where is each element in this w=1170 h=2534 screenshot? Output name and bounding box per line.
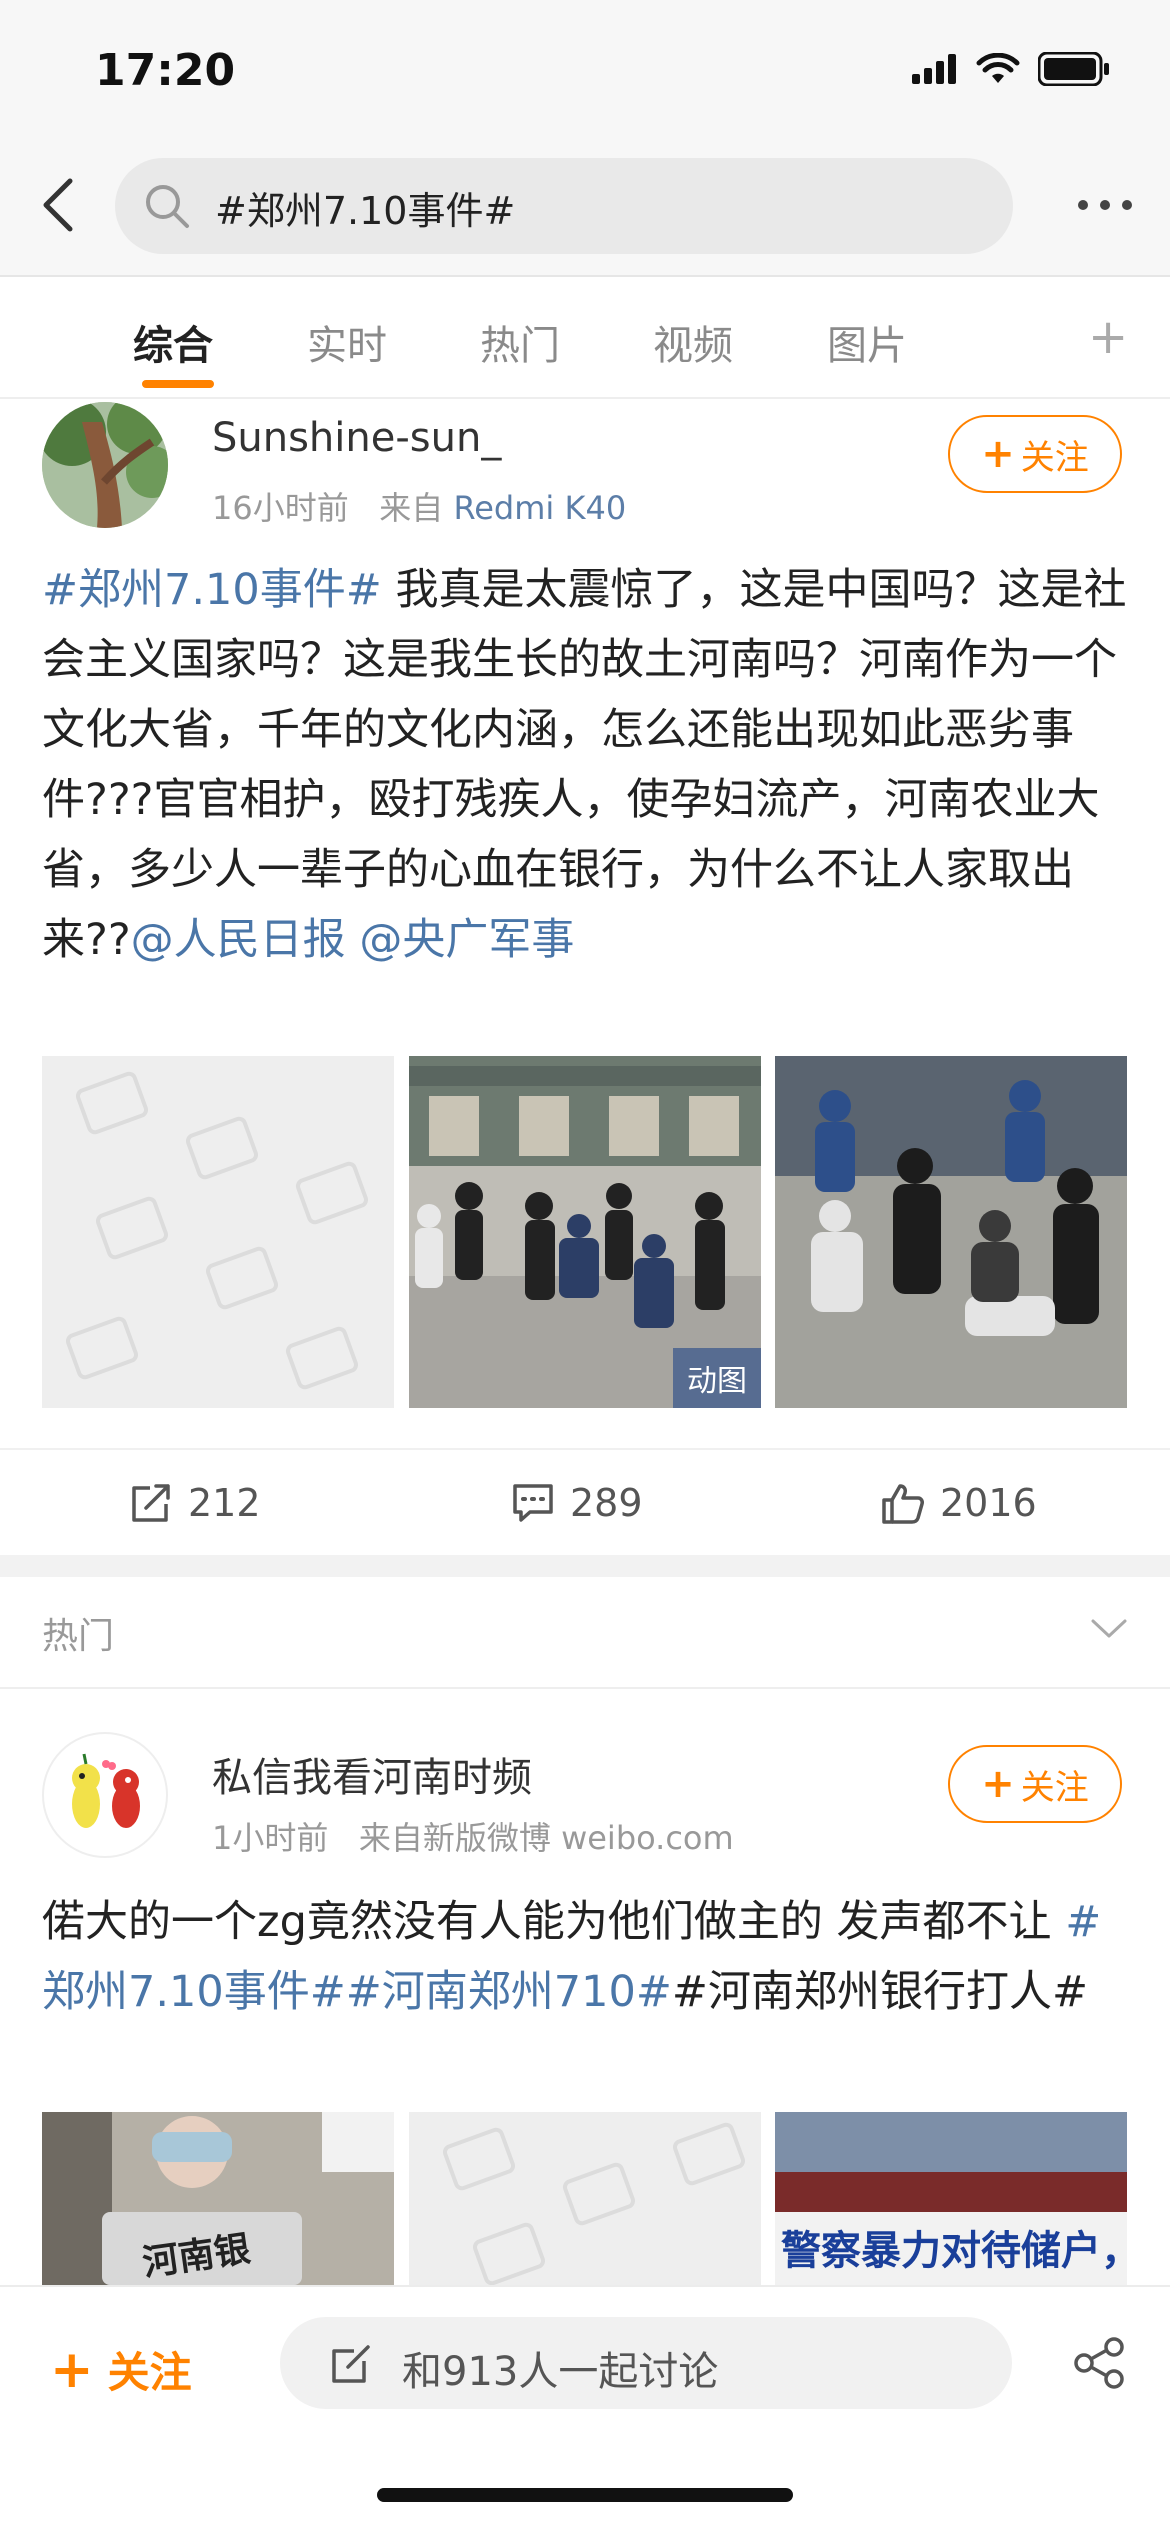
post-username[interactable]: 私信我看河南时频 bbox=[212, 1745, 532, 1803]
post-device: Redmi K40 bbox=[453, 489, 627, 527]
hot-section-label: 热门 bbox=[42, 1616, 115, 1657]
repost-button[interactable]: 212 bbox=[128, 1480, 261, 1526]
chevron-down-icon bbox=[1091, 1619, 1127, 1638]
more-dot-icon bbox=[1078, 200, 1088, 210]
post-meta: 1小时前 来自新版微博 weibo.com bbox=[212, 1813, 734, 1859]
search-icon bbox=[146, 185, 189, 228]
avatar[interactable] bbox=[42, 402, 168, 528]
status-time: 17:20 bbox=[95, 45, 236, 96]
gif-badge: 动图 bbox=[673, 1348, 761, 1408]
image-placeholder-icon bbox=[65, 1071, 369, 1390]
follow-button[interactable]: + 关注 bbox=[948, 415, 1122, 493]
post-image-banner[interactable]: 警察暴力对待储户， bbox=[775, 2112, 1127, 2285]
post-text-tail: #河南郑州银行打人# bbox=[671, 1967, 1088, 2017]
hot-section-header[interactable]: 热门 bbox=[0, 1577, 1170, 1689]
post-image-crowd[interactable]: 动图 bbox=[409, 1056, 761, 1408]
search-header: #郑州7.10事件# bbox=[0, 140, 1170, 277]
follow-button[interactable]: + 关注 bbox=[948, 1745, 1122, 1823]
plus-icon: + bbox=[981, 431, 1015, 477]
post-username[interactable]: Sunshine-sun_ bbox=[212, 415, 501, 461]
post-body: 偌大的一个zg竟然没有人能为他们做主的 发声都不让 #郑州7.10事件##河南郑… bbox=[42, 1887, 1132, 2027]
follow-label: 关注 bbox=[1020, 1767, 1089, 1808]
plus-icon: + bbox=[981, 1761, 1015, 1807]
tab-hot[interactable]: 热门 bbox=[480, 313, 560, 371]
comment-icon bbox=[513, 1484, 553, 1522]
status-bar: 17:20 bbox=[0, 0, 1170, 140]
search-input[interactable]: #郑州7.10事件# bbox=[115, 158, 1013, 254]
post-source: 来自新版微博 weibo.com bbox=[358, 1819, 734, 1857]
post-image-scuffle[interactable] bbox=[775, 1056, 1127, 1408]
share-icon[interactable] bbox=[1072, 2335, 1128, 2391]
protest-banner-text: 警察暴力对待储户， bbox=[781, 2228, 1127, 2274]
section-divider bbox=[0, 1555, 1170, 1577]
post-text: 我真是太震惊了，这是中国吗？这是社会主义国家吗？这是我生长的故土河南吗？河南作为… bbox=[42, 565, 1127, 965]
image-placeholder-icon bbox=[442, 2122, 746, 2285]
tab-images[interactable]: 图片 bbox=[827, 313, 907, 371]
battery-icon bbox=[1038, 52, 1109, 86]
mention-link[interactable]: @人民日报 bbox=[131, 915, 346, 965]
search-query: #郑州7.10事件# bbox=[215, 189, 516, 233]
more-options-button[interactable] bbox=[1078, 200, 1132, 210]
scuffle-photo-image bbox=[775, 1056, 1127, 1408]
filter-tabs: 综合 实时 热门 视频 图片 + bbox=[0, 277, 1170, 399]
status-icons bbox=[912, 52, 1110, 86]
plus-icon: + bbox=[50, 2339, 94, 2400]
post-time: 1小时前 bbox=[212, 1819, 329, 1857]
repost-icon bbox=[132, 1484, 170, 1522]
avatar-cartoon-image bbox=[72, 1753, 140, 1828]
post-source-prefix: 来自 bbox=[379, 489, 444, 527]
post-image-protest[interactable]: 河南银 bbox=[42, 2112, 394, 2285]
more-dot-icon bbox=[1122, 200, 1132, 210]
comment-count: 289 bbox=[570, 1481, 643, 1525]
discuss-input[interactable]: 和913人一起讨论 bbox=[280, 2317, 1012, 2409]
active-tab-indicator bbox=[142, 380, 214, 388]
discuss-placeholder: 和913人一起讨论 bbox=[402, 2349, 719, 2395]
like-button[interactable]: 2016 bbox=[880, 1480, 1037, 1526]
post-meta: 16小时前 来自 Redmi K40 bbox=[212, 483, 626, 529]
repost-count: 212 bbox=[188, 1481, 261, 1525]
avatar[interactable] bbox=[42, 1732, 168, 1858]
bottom-follow-button[interactable]: + 关注 bbox=[50, 2339, 192, 2400]
mention-link[interactable]: @央广军事 bbox=[359, 915, 574, 965]
avatar-tree-image bbox=[42, 402, 168, 528]
follow-label: 关注 bbox=[1020, 437, 1089, 478]
edit-icon bbox=[332, 2345, 370, 2383]
tab-realtime[interactable]: 实时 bbox=[307, 313, 387, 371]
post-time: 16小时前 bbox=[212, 489, 349, 527]
bottom-follow-label: 关注 bbox=[107, 2348, 192, 2397]
tab-comprehensive[interactable]: 综合 bbox=[133, 313, 213, 371]
like-count: 2016 bbox=[940, 1481, 1037, 1525]
home-indicator[interactable] bbox=[377, 2488, 793, 2502]
thumbs-up-icon bbox=[882, 1484, 924, 1524]
comment-button[interactable]: 289 bbox=[510, 1480, 643, 1526]
add-tab-icon[interactable]: + bbox=[1088, 309, 1128, 365]
post-body: #郑州7.10事件# 我真是太震惊了，这是中国吗？这是社会主义国家吗？这是我生长… bbox=[42, 555, 1132, 975]
back-arrow-icon[interactable] bbox=[30, 175, 90, 235]
wifi-icon bbox=[976, 53, 1020, 83]
image-placeholder[interactable] bbox=[409, 2112, 761, 2285]
cellular-signal-icon bbox=[912, 54, 956, 84]
post-text: 偌大的一个zg竟然没有人能为他们做主的 发声都不让 bbox=[42, 1897, 1066, 1947]
tab-video[interactable]: 视频 bbox=[653, 313, 733, 371]
post-actions: 212 289 2016 bbox=[0, 1448, 1170, 1550]
hashtag-link[interactable]: #郑州7.10事件# bbox=[42, 565, 382, 615]
image-placeholder[interactable] bbox=[42, 1056, 394, 1408]
hashtag-link[interactable]: #河南郑州710# bbox=[346, 1967, 672, 2017]
more-dot-icon bbox=[1100, 200, 1110, 210]
